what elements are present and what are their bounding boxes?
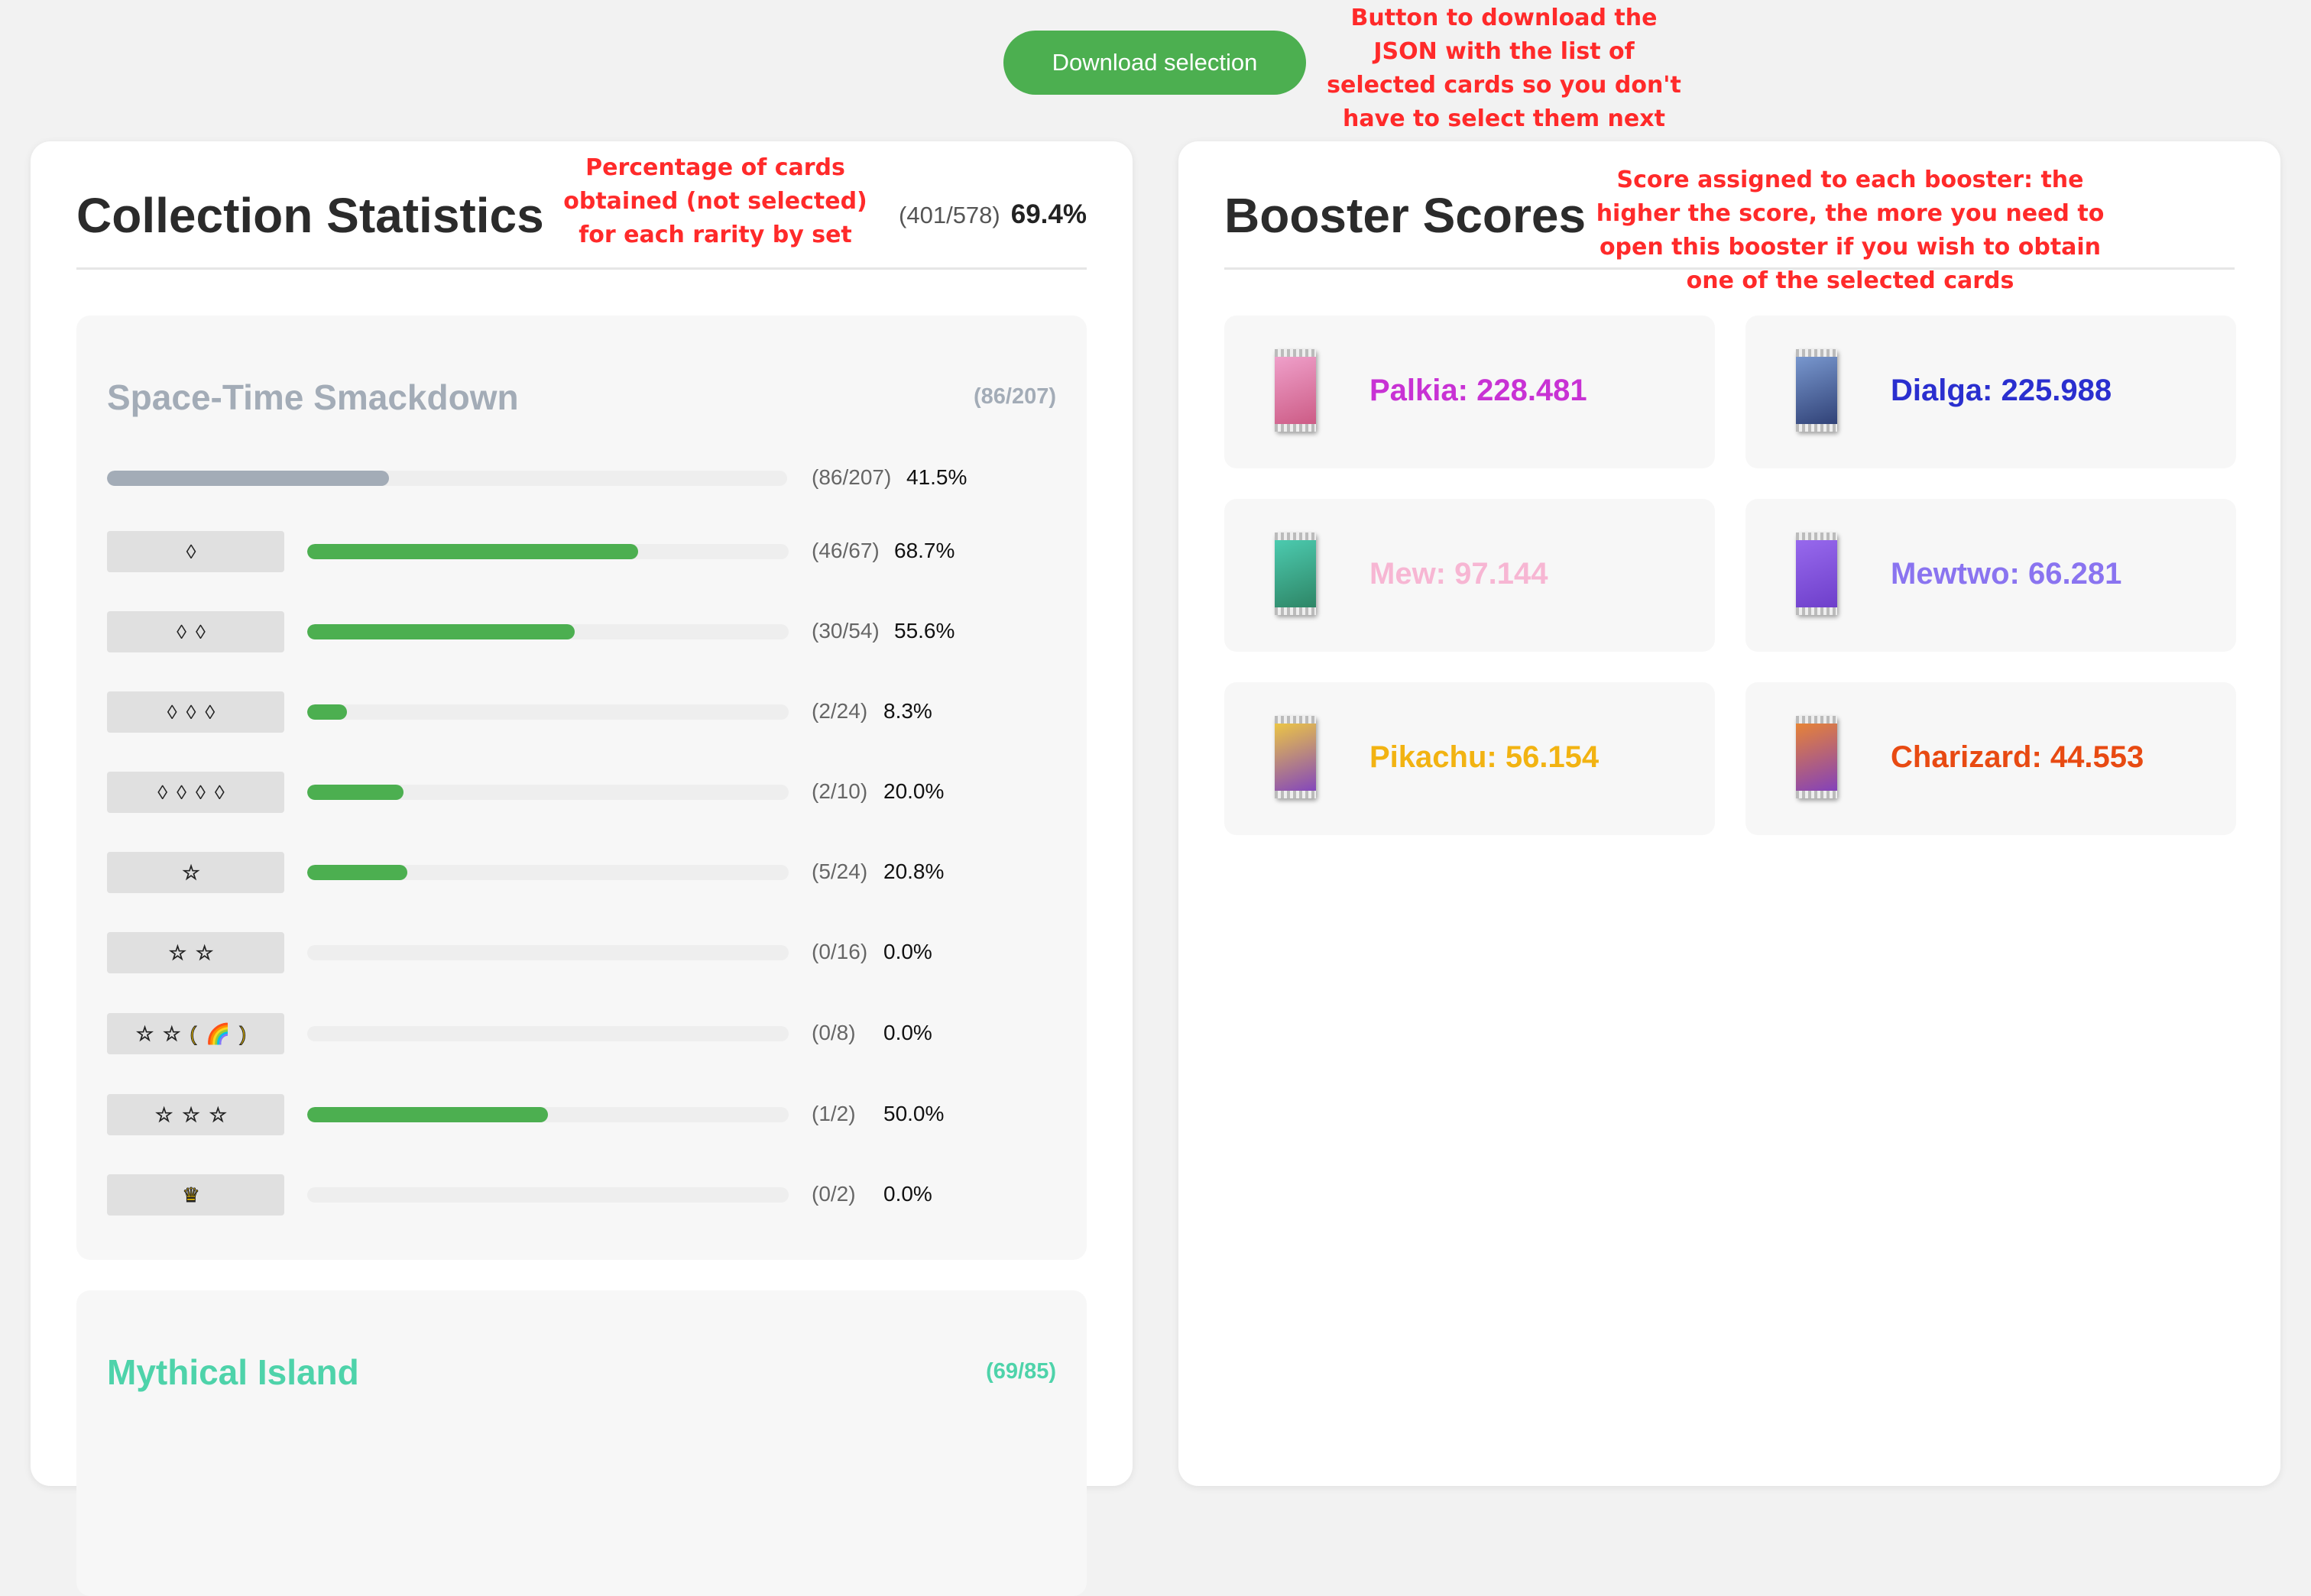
rarity-badge: ☆ xyxy=(107,852,284,893)
mewtwo-pack-icon xyxy=(1796,533,1837,615)
row-percentage: 20.0% xyxy=(883,779,945,803)
row-count: (30/54) xyxy=(812,619,880,643)
rarity-progress-bar xyxy=(307,624,789,639)
progress-fill xyxy=(307,785,404,800)
row-percentage: 8.3% xyxy=(883,699,932,723)
progress-fill xyxy=(307,1107,548,1122)
row-count: (46/67) xyxy=(812,539,880,562)
rarity-row: ◊◊◊◊ (2/10) 20.0% xyxy=(107,772,1062,813)
rarity-progress-bar xyxy=(307,1107,789,1122)
row-percentage: 68.7% xyxy=(894,539,955,562)
booster-card: Dialga: 225.988 xyxy=(1745,316,2236,468)
booster-card: Pikachu: 56.154 xyxy=(1224,682,1715,835)
rarity-badge: ☆☆☆ xyxy=(107,1094,284,1135)
booster-scores-panel: Booster Scores Palkia: 228.481 Dialga: 22… xyxy=(1178,141,2280,1486)
progress-fill xyxy=(107,471,390,486)
palkia-pack-icon xyxy=(1275,349,1316,432)
charizard-pack-icon xyxy=(1796,716,1837,798)
booster-card: Mew: 97.144 xyxy=(1224,499,1715,652)
row-count: (86/207) xyxy=(812,465,892,489)
row-count: (5/24) xyxy=(812,860,868,883)
row-count: (1/2) xyxy=(812,1102,856,1125)
row-percentage: 55.6% xyxy=(894,619,955,643)
rarity-badge: ◊◊ xyxy=(107,611,284,652)
dialga-pack-icon xyxy=(1796,349,1837,432)
set-name: Mythical Island xyxy=(107,1352,359,1392)
percentage-annotation: Percentage of cards obtained (not select… xyxy=(563,154,867,248)
rarity-badge: ♛ xyxy=(107,1174,284,1216)
rarity-row: ◊ (46/67) 68.7% xyxy=(107,531,1062,572)
rarity-progress-bar xyxy=(307,785,789,800)
rarity-progress-bar xyxy=(307,865,789,880)
row-percentage: 0.0% xyxy=(883,1021,932,1044)
booster-scores-title: Booster Scores xyxy=(1224,188,1587,243)
overall-progress: (401/578) 69.4% xyxy=(899,199,1087,230)
rarity-badge: ◊ xyxy=(107,531,284,572)
pikachu-pack-icon xyxy=(1275,716,1316,798)
row-count: (0/2) xyxy=(812,1182,856,1206)
rarity-badge: ☆☆(🌈) xyxy=(107,1013,284,1054)
booster-score-label: Charizard: 44.553 xyxy=(1891,740,2144,774)
booster-score-label: Pikachu: 56.154 xyxy=(1369,740,1600,774)
row-percentage: 20.8% xyxy=(883,860,945,883)
rarity-progress-bar xyxy=(307,704,789,720)
booster-card: Mewtwo: 66.281 xyxy=(1745,499,2236,652)
set-card-space-time-smackdown: Space-Time Smackdown (86/207) (86/207) 41… xyxy=(76,316,1087,1260)
booster-score-label: Mew: 97.144 xyxy=(1369,557,1548,591)
rarity-row: ♛ (0/2) 0.0% xyxy=(107,1174,1062,1216)
progress-fill xyxy=(307,704,348,720)
rarity-progress-bar xyxy=(307,544,789,559)
rarity-row: ☆☆ (0/16) 0.0% xyxy=(107,932,1062,973)
rarity-progress-bar xyxy=(307,1026,789,1041)
row-percentage: 0.0% xyxy=(883,940,932,963)
mew-pack-icon xyxy=(1275,533,1316,615)
rarity-row: ◊◊ (30/54) 55.6% xyxy=(107,611,1062,652)
set-name: Space-Time Smackdown xyxy=(107,377,519,417)
set-card-mythical-island: Mythical Island (69/85) xyxy=(76,1290,1087,1596)
booster-card: Palkia: 228.481 xyxy=(1224,316,1715,468)
download-selection-button[interactable]: Download selection xyxy=(1003,31,1306,95)
collection-statistics-panel: Collection Statistics (401/578) 69.4% Spa… xyxy=(31,141,1133,1596)
booster-score-label: Mewtwo: 66.281 xyxy=(1891,557,2122,591)
rarity-badge: ☆☆ xyxy=(107,932,284,973)
title-divider xyxy=(76,267,1087,270)
collection-statistics-title: Collection Statistics xyxy=(76,188,544,243)
row-percentage: 0.0% xyxy=(883,1182,932,1206)
set-summary-row: (86/207) 41.5% xyxy=(107,458,1062,499)
rarity-row: ◊◊◊ (2/24) 8.3% xyxy=(107,691,1062,733)
set-count: (86/207) xyxy=(973,384,1056,409)
row-count: (2/24) xyxy=(812,699,868,723)
score-annotation: Score assigned to each booster: the high… xyxy=(1596,167,2105,294)
rarity-progress-bar xyxy=(307,945,789,960)
rarity-row: ☆☆(🌈) (0/8) 0.0% xyxy=(107,1013,1062,1054)
booster-score-label: Dialga: 225.988 xyxy=(1891,374,2112,407)
rarity-row: ☆☆☆ (1/2) 50.0% xyxy=(107,1094,1062,1135)
rarity-badge: ◊◊◊ xyxy=(107,691,284,733)
progress-fill xyxy=(307,865,408,880)
row-count: (2/10) xyxy=(812,779,868,803)
booster-card: Charizard: 44.553 xyxy=(1745,682,2236,835)
row-percentage: 50.0% xyxy=(883,1102,945,1125)
progress-fill xyxy=(307,624,575,639)
set-summary-progress-bar xyxy=(107,471,787,486)
row-percentage: 41.5% xyxy=(906,465,968,489)
progress-fill xyxy=(307,544,638,559)
rarity-progress-bar xyxy=(307,1187,789,1203)
rarity-row: ☆ (5/24) 20.8% xyxy=(107,852,1062,893)
row-count: (0/16) xyxy=(812,940,868,963)
rarity-badge: ◊◊◊◊ xyxy=(107,772,284,813)
row-count: (0/8) xyxy=(812,1021,856,1044)
overall-percentage: 69.4% xyxy=(1010,199,1087,229)
set-count: (69/85) xyxy=(986,1359,1056,1384)
booster-score-label: Palkia: 228.481 xyxy=(1369,374,1587,407)
overall-count: (401/578) xyxy=(899,202,1000,228)
